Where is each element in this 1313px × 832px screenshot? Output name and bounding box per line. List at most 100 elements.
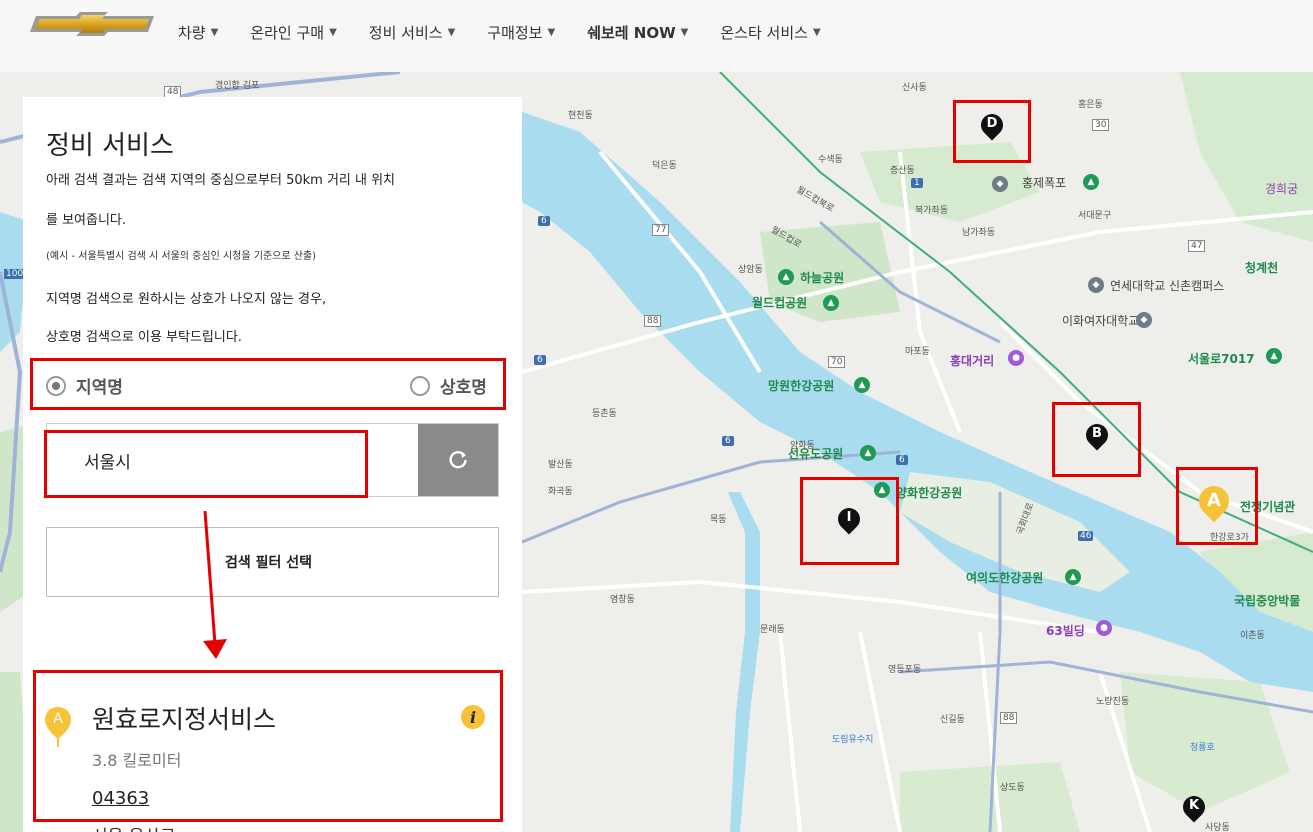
red-arrow-icon <box>203 510 227 659</box>
place-label: 하늘공원 <box>800 271 845 285</box>
road-shield: 77 <box>652 224 670 236</box>
place-label: 여의도한강공원 <box>966 571 1044 585</box>
place-label: 국립중앙박물 <box>1234 594 1301 608</box>
park-icon: ▲ <box>854 377 870 393</box>
park-icon: ▲ <box>1083 174 1099 190</box>
road-shield: 1 <box>911 178 923 188</box>
road-shield: 47 <box>1188 240 1206 252</box>
park-icon: ▲ <box>1065 569 1081 585</box>
place-label: 연세대학교 신촌캠퍼스 <box>1110 279 1225 293</box>
place-label: 염창동 <box>610 595 635 605</box>
road-shield: 6 <box>722 436 734 446</box>
place-label: 경희궁 <box>1265 182 1299 196</box>
top-header: 차량 ▼ 온라인 구매 ▼ 정비 서비스 ▼ 구매정보 ▼ 쉐보레 NOW ▼ 온스타 서… <box>0 0 1313 72</box>
place-label: 월드컵공원 <box>752 296 808 310</box>
place-label: 도림유수지 <box>832 735 874 745</box>
highlight-box-result <box>33 670 503 822</box>
place-label: 서대문구 <box>1078 211 1112 221</box>
hint-line: 지역명 검색으로 원하시는 상호가 나오지 않는 경우, <box>46 292 327 307</box>
road-shield: 88 <box>644 315 662 327</box>
chevrolet-logo[interactable] <box>30 12 158 36</box>
place-label: 영등포동 <box>888 665 922 675</box>
park-icon: ▲ <box>823 295 839 311</box>
pin-label: B <box>1092 426 1102 441</box>
place-label: 신길동 <box>940 715 965 725</box>
place-label: 서울로7017 <box>1188 352 1255 366</box>
nav-onstar-service[interactable]: 온스타 서비스 ▼ <box>720 22 820 43</box>
road-shield: 6 <box>534 355 546 365</box>
nav-chevrolet-now[interactable]: 쉐보레 NOW ▼ <box>587 22 688 43</box>
map-pin-d[interactable]: D <box>976 109 1008 144</box>
road-shield: 100 <box>4 269 26 279</box>
highlight-box-radio <box>30 358 506 410</box>
park-icon: ▲ <box>1266 348 1282 364</box>
place-label: 북가좌동 <box>915 206 949 216</box>
nav-purchase-info[interactable]: 구매정보 ▼ <box>487 22 555 43</box>
example-note: (예시 - 서울특별시 검색 시 서울의 중심인 시청을 기준으로 산출) <box>46 251 317 262</box>
photo-spot-icon: ● <box>1008 350 1024 366</box>
place-label: 홍대거리 <box>950 354 995 368</box>
place-label: 남가좌동 <box>962 228 996 238</box>
map-pin-i[interactable]: I <box>833 503 865 538</box>
place-label: 상도동 <box>1000 783 1025 793</box>
place-label: 홍은동 <box>1078 100 1103 110</box>
map-pin-a[interactable]: A <box>1192 479 1236 528</box>
photo-spot-icon: ● <box>1096 620 1112 636</box>
refresh-button[interactable] <box>418 424 498 496</box>
result-address: 서울 용산구 <box>92 822 176 832</box>
place-label: 상암동 <box>738 265 763 275</box>
nav-label: 차량 <box>178 24 206 42</box>
nav-maintenance-service[interactable]: 정비 서비스 ▼ <box>369 22 455 43</box>
university-icon: ◆ <box>1088 277 1104 293</box>
place-label: 발산동 <box>548 460 573 470</box>
nav-label: 정비 서비스 <box>368 24 443 42</box>
pin-label: A <box>1207 490 1221 511</box>
place-label: 문래동 <box>760 625 785 635</box>
pin-label: K <box>1188 798 1200 813</box>
road-shield: 88 <box>1000 712 1018 724</box>
road-shield: 6 <box>538 216 550 226</box>
place-label: 63빌딩 <box>1046 624 1085 638</box>
place-label: 목동 <box>710 515 727 525</box>
park-icon: ▲ <box>778 269 794 285</box>
road-shield: 30 <box>1092 119 1110 131</box>
place-label: 망원한강공원 <box>768 379 835 393</box>
road-shield: 70 <box>828 356 846 368</box>
university-icon: ◆ <box>1136 312 1152 328</box>
place-label: 사당동 <box>1205 823 1230 832</box>
place-label: 증산동 <box>890 166 915 176</box>
nav-vehicles[interactable]: 차량 ▼ <box>178 22 218 43</box>
chevron-down-icon: ▼ <box>329 27 337 38</box>
road-shield: 6 <box>896 455 908 465</box>
place-label: 이촌동 <box>1240 631 1265 641</box>
park-icon: ▲ <box>860 445 876 461</box>
nav-online-purchase[interactable]: 온라인 구매 ▼ <box>250 22 336 43</box>
place-label: 양화한강공원 <box>896 486 963 500</box>
place-label: 청룡호 <box>1190 743 1215 753</box>
place-label: 경인합 김포 <box>215 81 260 91</box>
pin-label: D <box>986 116 998 131</box>
refresh-icon <box>449 450 467 469</box>
service-search-panel: 정비 서비스 아래 검색 결과는 검색 지역의 중심으로부터 50km 거리 내… <box>23 97 522 832</box>
place-label: 등촌동 <box>592 409 617 419</box>
nav-label: 구매정보 <box>487 24 543 42</box>
place-label: 노량진동 <box>1096 697 1130 707</box>
main-nav: 차량 ▼ 온라인 구매 ▼ 정비 서비스 ▼ 구매정보 ▼ 쉐보레 NOW ▼ 온스타 서… <box>178 22 853 43</box>
place-label: 이화여자대학교 <box>1062 314 1140 328</box>
page-title: 정비 서비스 <box>46 131 174 161</box>
nav-label: 쉐보레 NOW <box>587 24 676 42</box>
landmark-icon: ◆ <box>992 176 1008 192</box>
chevron-down-icon: ▼ <box>680 27 689 38</box>
place-label: 신사동 <box>902 83 927 93</box>
chevron-down-icon: ▼ <box>447 27 456 38</box>
road-shield: 46 <box>1078 531 1094 541</box>
map-pin-k[interactable]: K <box>1178 791 1210 826</box>
place-label: 현천동 <box>568 111 593 121</box>
chevron-down-icon: ▼ <box>210 27 219 38</box>
search-filter-button[interactable]: 검색 필터 선택 <box>46 527 499 597</box>
place-label: 청계천 <box>1245 261 1279 275</box>
map-pin-b[interactable]: B <box>1081 419 1113 454</box>
place-label: 덕은동 <box>652 161 677 171</box>
chevron-down-icon: ▼ <box>547 27 556 38</box>
highlight-box-search <box>44 430 368 498</box>
